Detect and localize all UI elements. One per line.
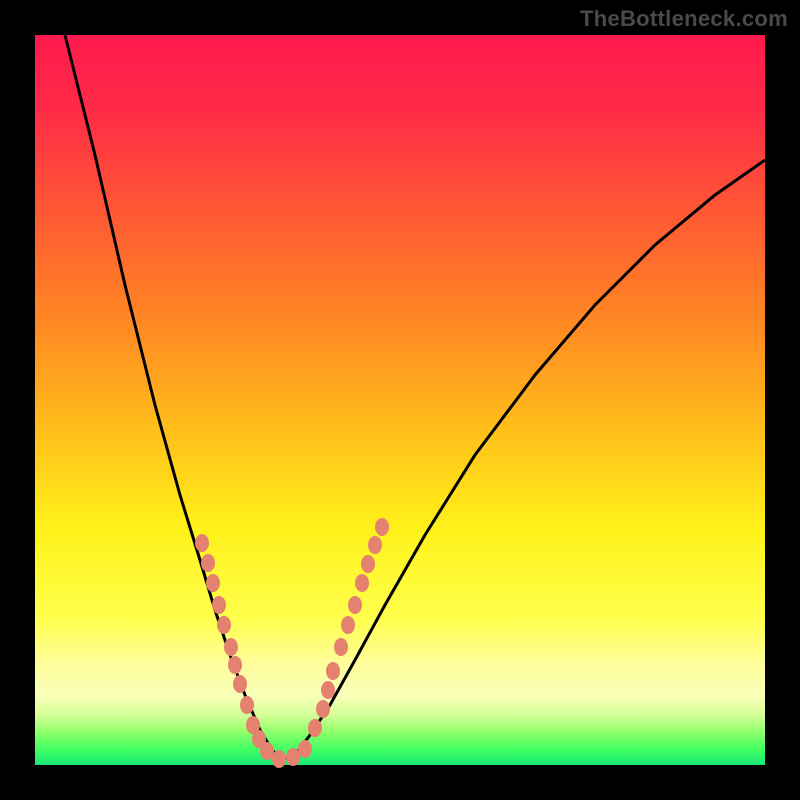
dot-marker [355, 574, 369, 592]
dot-marker [272, 750, 286, 768]
dot-marker [334, 638, 348, 656]
dot-marker [286, 748, 300, 766]
watermark-text: TheBottleneck.com [580, 6, 788, 32]
dot-marker [228, 656, 242, 674]
dot-marker [260, 742, 274, 760]
dot-marker [308, 719, 322, 737]
plot-background [35, 35, 765, 765]
chart-svg [0, 0, 800, 800]
dot-marker [361, 555, 375, 573]
dot-marker [201, 554, 215, 572]
dot-marker [224, 638, 238, 656]
dot-marker [217, 616, 231, 634]
dot-marker [240, 696, 254, 714]
dot-marker [321, 681, 335, 699]
dot-marker [368, 536, 382, 554]
dot-marker [316, 700, 330, 718]
dot-marker [298, 740, 312, 758]
chart-frame: TheBottleneck.com [0, 0, 800, 800]
dot-marker [341, 616, 355, 634]
dot-marker [206, 574, 220, 592]
dot-marker [233, 675, 247, 693]
dot-marker [195, 534, 209, 552]
dot-marker [375, 518, 389, 536]
dot-marker [326, 662, 340, 680]
dot-marker [212, 596, 226, 614]
dot-marker [348, 596, 362, 614]
